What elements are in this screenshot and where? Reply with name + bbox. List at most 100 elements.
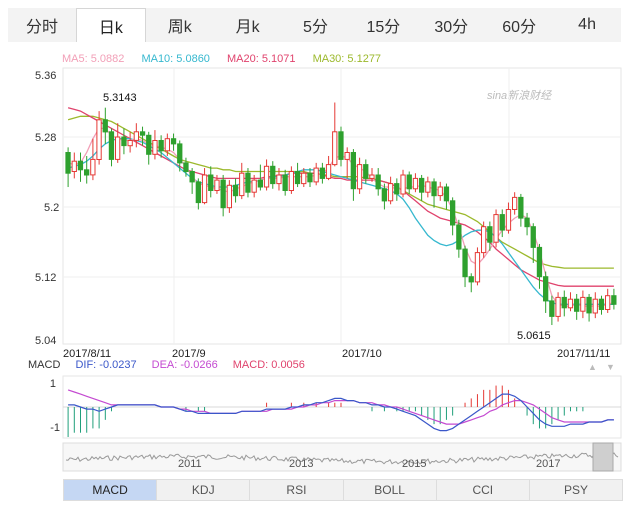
candle: [313, 162, 319, 186]
candle-body: [276, 174, 282, 185]
candle-body: [487, 226, 493, 243]
candle-body: [468, 276, 474, 283]
candle: [437, 181, 443, 201]
candle: [102, 107, 108, 144]
candle: [456, 219, 462, 258]
candle: [245, 168, 251, 198]
candle: [375, 168, 381, 196]
candle: [387, 176, 394, 205]
candle-body: [158, 140, 164, 152]
candle: [325, 155, 332, 181]
candle: [400, 169, 406, 198]
candle-body: [611, 295, 617, 305]
candle-body: [425, 181, 431, 193]
candle-body: [387, 183, 394, 202]
candle: [561, 290, 567, 317]
candle-body: [431, 181, 437, 197]
stock-chart[interactable]: 5.36 5.28 5.2 5.12 5.04 2017/8/11 2017/9…: [0, 0, 629, 508]
candle: [208, 166, 214, 198]
candle-body: [524, 217, 530, 228]
candle-body: [580, 296, 586, 312]
candle-body: [481, 226, 487, 254]
candle: [555, 292, 561, 322]
candle-body: [363, 164, 369, 179]
candle: [598, 295, 605, 315]
indicator-tab-kdj[interactable]: KDJ: [157, 480, 251, 500]
candle: [263, 159, 270, 191]
candle: [115, 123, 121, 163]
candle-body: [201, 174, 208, 204]
indicator-tab-macd[interactable]: MACD: [64, 480, 158, 500]
candle-body: [270, 165, 276, 185]
candle-body: [493, 214, 499, 243]
x-tick-label: 2017/10: [342, 348, 382, 360]
candle-body: [462, 248, 468, 278]
candle-body: [90, 158, 96, 176]
candle-body: [121, 136, 127, 147]
candle-body: [543, 276, 549, 302]
candle-body: [220, 179, 226, 209]
candle: [474, 247, 481, 286]
candle-body: [288, 171, 295, 191]
candle-body: [263, 165, 270, 188]
candle-body: [139, 131, 146, 136]
candle: [201, 168, 208, 205]
candle: [189, 168, 195, 194]
candle-body: [512, 196, 518, 210]
candle: [412, 173, 419, 193]
candle: [90, 138, 96, 181]
candle-body: [307, 172, 313, 183]
candle-body: [214, 179, 220, 192]
indicator-tab-boll[interactable]: BOLL: [344, 480, 437, 500]
macd-y-tick: -1: [50, 422, 60, 434]
candle: [338, 126, 344, 167]
candle-body: [189, 171, 195, 183]
candle: [493, 209, 499, 248]
indicator-tab-cci[interactable]: CCI: [437, 480, 530, 500]
candle: [481, 221, 487, 258]
candle: [580, 290, 586, 319]
candle-body: [96, 119, 102, 161]
candle-body: [319, 167, 326, 179]
candle: [530, 223, 536, 263]
candle-body: [77, 160, 84, 171]
candle-body: [133, 131, 139, 141]
candle-body: [208, 174, 214, 191]
navigator-selection-handle[interactable]: [592, 442, 614, 472]
candle-body: [375, 174, 381, 190]
candle: [549, 295, 555, 326]
indicator-tab-rsi[interactable]: RSI: [250, 480, 344, 500]
candle-body: [257, 179, 264, 188]
y-tick-label: 5.2: [44, 202, 59, 214]
candle: [524, 212, 530, 236]
navigator-year-label: 2015: [402, 458, 426, 470]
candle-body: [555, 296, 561, 317]
candle: [108, 128, 115, 167]
candle: [512, 192, 518, 215]
candle: [574, 293, 580, 320]
candle-body: [183, 162, 189, 172]
y-tick-label: 5.04: [35, 335, 56, 347]
candle: [419, 174, 425, 201]
navigator-year-label: 2011: [178, 458, 202, 470]
candle: [536, 243, 543, 289]
candle: [170, 133, 177, 151]
candle-body: [301, 172, 307, 185]
down-arrow-icon[interactable]: ▼: [606, 362, 615, 372]
candle-body: [226, 184, 232, 209]
candle-body: [505, 209, 512, 231]
candle: [332, 102, 338, 167]
indicator-tab-psy[interactable]: PSY: [530, 480, 622, 500]
candle-body: [71, 160, 77, 172]
high-annotation: 5.3143: [103, 92, 137, 104]
candle: [468, 273, 474, 293]
candle-body: [325, 164, 332, 179]
candle: [282, 169, 288, 196]
candle: [611, 288, 617, 310]
candle-body: [549, 300, 555, 317]
candle-body: [170, 138, 177, 145]
x-tick-label: 2017/9: [172, 348, 206, 360]
up-arrow-icon[interactable]: ▲: [588, 362, 597, 372]
candle-body: [164, 138, 170, 152]
candle-body: [419, 177, 425, 193]
